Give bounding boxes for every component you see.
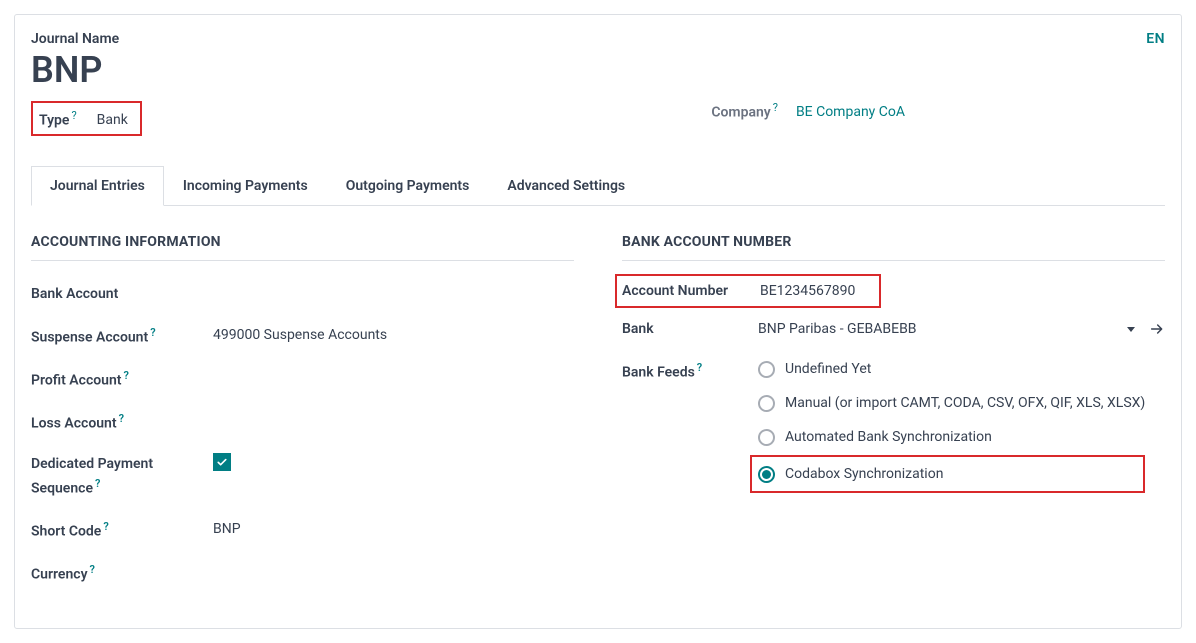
- bank-value[interactable]: BNP Paribas - GEBABEBB: [758, 318, 917, 340]
- short-code-label: Short Code: [31, 524, 101, 540]
- bank-account-label: Bank Account: [31, 286, 118, 302]
- help-icon[interactable]: ?: [90, 563, 95, 576]
- radio-undefined-yet[interactable]: Undefined Yet: [758, 359, 1145, 379]
- suspense-account-value[interactable]: 499000 Suspense Accounts: [213, 324, 574, 346]
- help-icon[interactable]: ?: [103, 520, 108, 533]
- help-icon[interactable]: ?: [773, 101, 778, 114]
- tabs: Journal Entries Incoming Payments Outgoi…: [31, 166, 1165, 206]
- row-loss-account: Loss Account?: [31, 410, 574, 435]
- short-code-value[interactable]: BNP: [213, 518, 574, 540]
- row-suspense-account: Suspense Account? 499000 Suspense Accoun…: [31, 324, 574, 349]
- dedicated-payment-sequence-checkbox[interactable]: [213, 453, 231, 471]
- row-bank-feeds: Bank Feeds? Undefined Yet Manual (or imp…: [622, 359, 1165, 493]
- journal-name-label: Journal Name: [31, 31, 1146, 47]
- radio-automated-sync[interactable]: Automated Bank Synchronization: [758, 427, 1145, 447]
- help-icon[interactable]: ?: [150, 326, 155, 339]
- radio-manual-import[interactable]: Manual (or import CAMT, CODA, CSV, OFX, …: [758, 393, 1145, 413]
- company-field: Company? BE Company CoA: [711, 101, 1165, 137]
- row-bank-account: Bank Account: [31, 283, 574, 305]
- profit-account-label: Profit Account: [31, 372, 122, 388]
- tab-outgoing-payments[interactable]: Outgoing Payments: [327, 166, 489, 206]
- radio-icon: [758, 429, 775, 446]
- dropdown-caret-icon[interactable]: [1127, 327, 1135, 332]
- loss-account-label: Loss Account: [31, 415, 117, 431]
- row-dedicated-payment-sequence: Dedicated Payment Sequence?: [31, 453, 574, 500]
- columns: ACCOUNTING INFORMATION Bank Account Susp…: [31, 234, 1165, 604]
- account-number-highlight: Account Number BE1234567890: [615, 274, 881, 308]
- row-bank: Bank BNP Paribas - GEBABEBB: [622, 318, 1165, 340]
- bank-feeds-radio-group: Undefined Yet Manual (or import CAMT, CO…: [758, 359, 1145, 493]
- bank-feeds-label: Bank Feeds: [622, 364, 695, 380]
- bank-label: Bank: [622, 321, 654, 337]
- help-icon[interactable]: ?: [95, 477, 100, 490]
- section-title-bank-account: BANK ACCOUNT NUMBER: [622, 234, 1165, 261]
- suspense-account-label: Suspense Account: [31, 329, 148, 345]
- radio-codabox-highlight: Codabox Synchronization: [750, 455, 1145, 493]
- check-icon: [216, 456, 228, 468]
- help-icon[interactable]: ?: [124, 369, 129, 382]
- dedicated-payment-sequence-label: Dedicated Payment Sequence: [31, 456, 153, 497]
- help-icon[interactable]: ?: [119, 412, 124, 425]
- row-short-code: Short Code? BNP: [31, 518, 574, 543]
- radio-icon: [758, 466, 775, 483]
- type-label: Type?: [39, 109, 77, 129]
- row-currency: Currency?: [31, 561, 574, 586]
- company-value[interactable]: BE Company CoA: [796, 104, 905, 120]
- radio-codabox-sync[interactable]: Codabox Synchronization: [758, 464, 943, 484]
- type-value[interactable]: Bank: [97, 112, 128, 128]
- tab-journal-entries[interactable]: Journal Entries: [31, 166, 164, 206]
- account-number-value[interactable]: BE1234567890: [760, 283, 855, 299]
- currency-label: Currency: [31, 567, 88, 583]
- tab-incoming-payments[interactable]: Incoming Payments: [164, 166, 327, 206]
- help-icon[interactable]: ?: [697, 361, 702, 374]
- company-label: Company?: [711, 101, 778, 121]
- help-icon[interactable]: ?: [71, 109, 76, 122]
- radio-icon: [758, 395, 775, 412]
- header-row: Journal Name BNP EN: [31, 31, 1165, 101]
- section-title-accounting: ACCOUNTING INFORMATION: [31, 234, 574, 261]
- type-company-row: Type? Bank Company? BE Company CoA: [31, 101, 1165, 137]
- left-column: ACCOUNTING INFORMATION Bank Account Susp…: [31, 234, 574, 604]
- radio-icon: [758, 361, 775, 378]
- tab-advanced-settings[interactable]: Advanced Settings: [488, 166, 644, 206]
- row-profit-account: Profit Account?: [31, 367, 574, 392]
- form-card: Journal Name BNP EN Type? Bank Company? …: [14, 14, 1182, 629]
- language-button[interactable]: EN: [1146, 31, 1165, 47]
- account-number-label: Account Number: [622, 283, 760, 299]
- external-link-icon[interactable]: [1149, 321, 1165, 337]
- journal-name-value[interactable]: BNP: [31, 51, 1146, 91]
- type-field-highlight: Type? Bank: [31, 101, 142, 137]
- right-column: BANK ACCOUNT NUMBER Account Number BE123…: [622, 234, 1165, 604]
